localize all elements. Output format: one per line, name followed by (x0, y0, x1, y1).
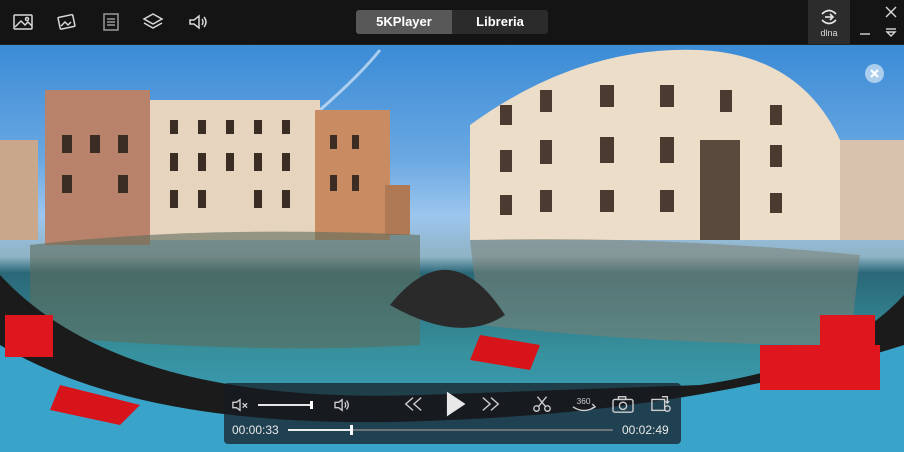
tab-libreria[interactable]: Libreria (452, 10, 548, 34)
play-icon (446, 391, 466, 417)
rotate-icon (651, 396, 671, 412)
rewind-button[interactable] (400, 393, 426, 415)
screenshot-button[interactable] (610, 393, 636, 415)
volume-slider[interactable] (258, 404, 313, 406)
close-video-button[interactable] (865, 64, 884, 83)
close-icon (885, 6, 897, 18)
tab-5kplayer[interactable]: 5KPlayer (356, 10, 452, 34)
layers-icon[interactable] (140, 9, 166, 35)
player-window: 5KPlayer Libreria dlna 360 00:00:33 00:0… (0, 0, 904, 452)
photo-edit-icon[interactable] (54, 9, 80, 35)
vr-360-button[interactable]: 360 (568, 391, 600, 417)
play-button[interactable] (442, 389, 468, 419)
svg-text:360: 360 (577, 396, 591, 406)
scissors-icon (533, 396, 551, 412)
audio-icon[interactable] (185, 9, 211, 35)
dlna-label: dlna (820, 28, 838, 38)
volume-button[interactable] (332, 396, 354, 414)
volume-icon (334, 398, 349, 412)
seek-bar[interactable] (288, 425, 613, 435)
photo-icon[interactable] (10, 9, 36, 35)
fast-forward-button[interactable] (478, 393, 504, 415)
fast-forward-icon (482, 397, 500, 411)
cut-button[interactable] (530, 393, 554, 415)
playlist-icon[interactable] (98, 9, 124, 35)
top-bar: 5KPlayer Libreria dlna (0, 0, 904, 45)
dlna-icon (821, 9, 837, 25)
seek-progress (288, 429, 352, 431)
dropdown-button[interactable] (881, 24, 901, 40)
camera-icon (612, 396, 634, 413)
total-time: 00:02:49 (622, 423, 669, 437)
minimize-button[interactable] (855, 24, 875, 40)
dropdown-icon (885, 28, 897, 37)
close-icon (870, 69, 879, 78)
seek-knob[interactable] (350, 425, 354, 435)
mute-icon (232, 398, 248, 412)
playback-controls: 360 00:00:33 00:02:49 (224, 383, 681, 444)
current-time: 00:00:33 (232, 423, 279, 437)
close-window-button[interactable] (881, 4, 901, 20)
minimize-icon (860, 33, 870, 35)
rewind-icon (404, 397, 422, 411)
rotate-button[interactable] (648, 393, 674, 415)
dlna-button[interactable]: dlna (808, 0, 850, 44)
360-icon: 360 (572, 396, 597, 412)
volume-knob[interactable] (310, 401, 313, 409)
mute-button[interactable] (230, 396, 250, 414)
mode-tabs: 5KPlayer Libreria (356, 10, 548, 34)
